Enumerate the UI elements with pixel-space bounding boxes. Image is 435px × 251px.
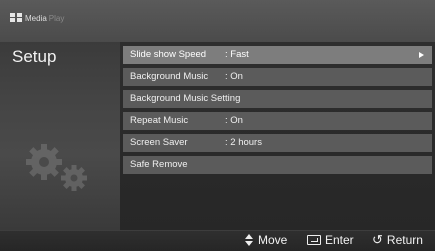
menu-item-label: Repeat Music [130, 115, 189, 126]
menu-item-value: : On [225, 115, 243, 126]
menu-item-slide-show-speed[interactable]: Slide show Speed : Fast [123, 46, 432, 64]
media-play-logo-icon [10, 13, 23, 23]
brand-name: Media [25, 14, 47, 23]
chevron-right-icon [419, 52, 424, 58]
menu-item-screen-saver[interactable]: Screen Saver : 2 hours [123, 134, 432, 152]
brand: Media Play [10, 13, 64, 23]
header-bar: Media Play [0, 0, 435, 42]
return-icon: ↺ [372, 232, 383, 247]
move-label: Move [258, 233, 288, 247]
footer-bar: Move Enter ↺ Return [0, 230, 435, 251]
gears-icon [26, 144, 87, 191]
return-label: Return [386, 233, 423, 247]
menu-item-label: Background Music Setting [130, 93, 241, 104]
brand-name-suffix: Play [48, 14, 65, 23]
menu-item-background-music[interactable]: Background Music : On [123, 68, 432, 86]
updown-arrow-icon [245, 234, 254, 246]
menu-item-label: Safe Remove [130, 159, 188, 170]
enter-label: Enter [325, 233, 354, 247]
menu-item-value: : Fast [225, 49, 249, 60]
page-title: Setup [12, 47, 57, 66]
menu-area: Slide show Speed : Fast Background Music… [120, 42, 435, 230]
menu-item-safe-remove[interactable]: Safe Remove [123, 156, 432, 174]
setup-menu: Slide show Speed : Fast Background Music… [123, 46, 432, 178]
menu-item-label: Background Music [130, 71, 209, 82]
menu-item-value: : 2 hours [225, 137, 262, 148]
menu-item-label: Slide show Speed [130, 49, 207, 60]
move-hint[interactable]: Move [245, 233, 287, 247]
return-hint[interactable]: ↺ Return [372, 232, 423, 248]
tv-screen: Media Play Setup Slide show Speed: Fast… [0, 0, 435, 251]
enter-icon [307, 235, 321, 245]
menu-item-value: : On [225, 71, 243, 82]
enter-hint[interactable]: Enter [307, 233, 354, 247]
menu-item-label: Screen Saver [130, 137, 188, 148]
menu-item-repeat-music[interactable]: Repeat Music : On [123, 112, 432, 130]
menu-item-background-music-setting[interactable]: Background Music Setting [123, 90, 432, 108]
left-panel [0, 42, 120, 230]
